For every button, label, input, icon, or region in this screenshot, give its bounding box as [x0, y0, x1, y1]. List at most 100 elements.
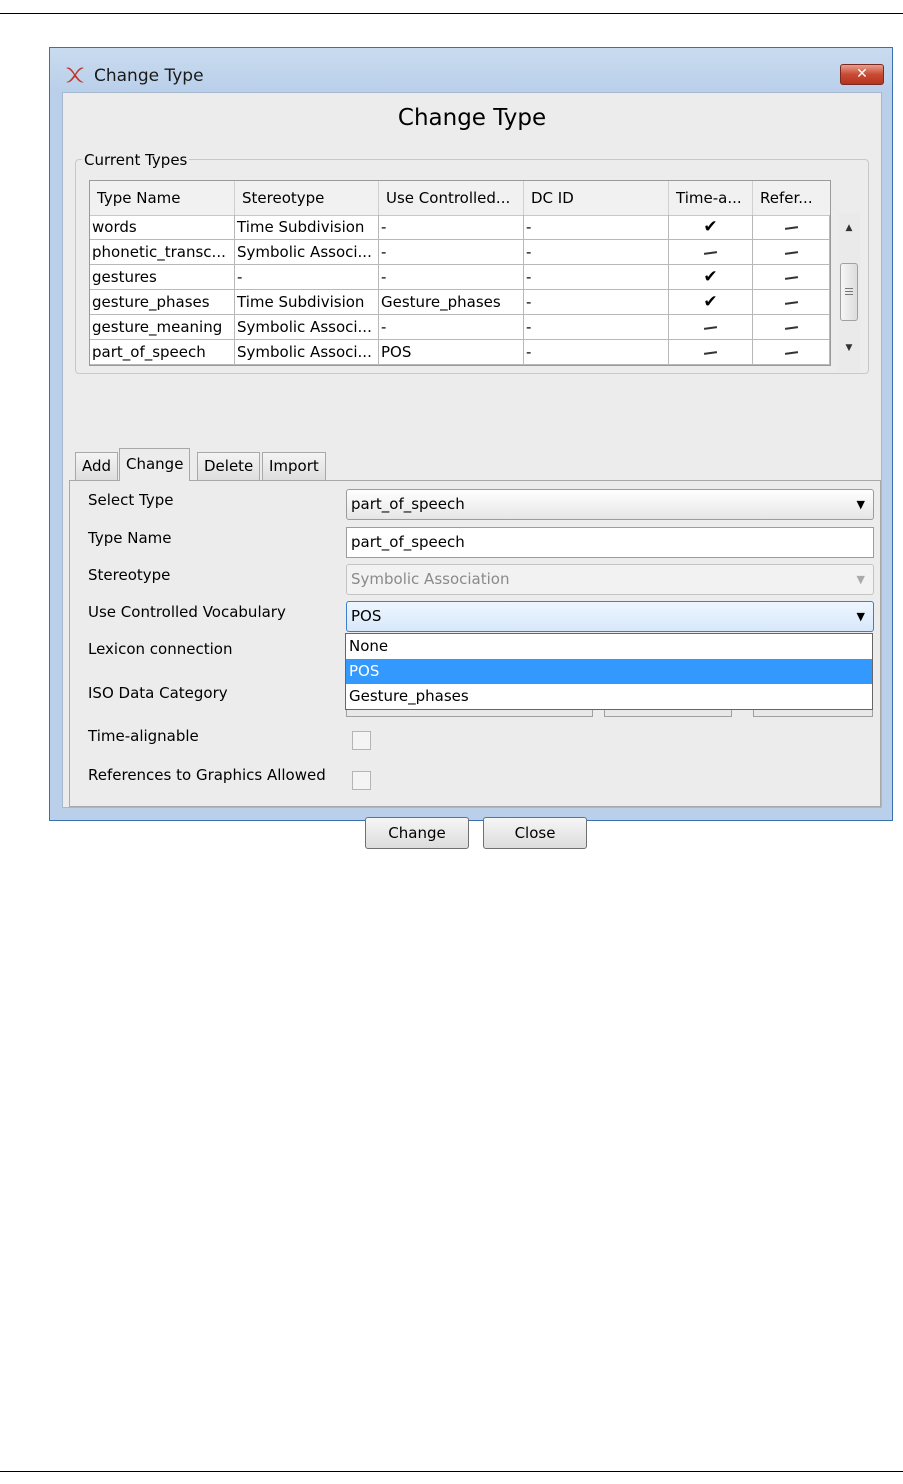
cell-dc-id: -	[524, 240, 669, 265]
table-row[interactable]: part_of_speech Symbolic Associ... POS -	[90, 340, 830, 365]
type-name-field[interactable]: part_of_speech	[346, 527, 874, 558]
time-alignable-label: Time-alignable	[88, 727, 199, 745]
cell-controlled-vocabulary: -	[379, 215, 524, 240]
chevron-down-icon: ▼	[856, 498, 865, 511]
cell-dc-id: -	[524, 265, 669, 290]
tab-change[interactable]: Change	[119, 448, 191, 481]
table-row[interactable]: gesture_meaning Symbolic Associ... - -	[90, 315, 830, 340]
cell-stereotype: Symbolic Associ...	[235, 340, 379, 365]
cell-dc-id: -	[524, 215, 669, 240]
controlled-vocabulary-value: POS	[351, 607, 382, 625]
cell-references	[753, 215, 830, 240]
dropdown-option[interactable]: None	[346, 634, 872, 659]
cell-type-name: gesture_phases	[90, 290, 235, 315]
chevron-down-icon: ▼	[856, 610, 865, 623]
unchecked-dash-icon	[784, 225, 798, 230]
table-vertical-scrollbar[interactable]: ▲ ▼	[838, 213, 860, 371]
unchecked-dash-icon	[703, 250, 718, 255]
cell-references	[753, 315, 830, 340]
cell-type-name: part_of_speech	[90, 340, 235, 365]
stereotype-label: Stereotype	[88, 566, 171, 584]
cell-time-alignable: ✔	[669, 215, 753, 240]
page-top-rule	[0, 13, 903, 14]
close-icon: ✕	[856, 66, 868, 82]
cell-references	[753, 340, 830, 365]
cell-type-name: gestures	[90, 265, 235, 290]
time-alignable-checkbox[interactable]	[352, 731, 371, 750]
stereotype-value: Symbolic Association	[351, 570, 510, 588]
dropdown-option[interactable]: Gesture_phases	[346, 684, 872, 709]
table-row[interactable]: gestures - - - ✔	[90, 265, 830, 290]
unchecked-dash-icon	[703, 325, 718, 330]
cell-controlled-vocabulary: POS	[379, 340, 524, 365]
cell-controlled-vocabulary: -	[379, 265, 524, 290]
column-header-dc-id[interactable]: DC ID	[524, 181, 669, 215]
table-row[interactable]: words Time Subdivision - - ✔	[90, 215, 830, 240]
unchecked-dash-icon	[784, 300, 798, 305]
cell-dc-id: -	[524, 315, 669, 340]
cell-time-alignable	[669, 240, 753, 265]
scroll-down-arrow-icon[interactable]: ▼	[838, 339, 860, 357]
current-types-table: Type Name Stereotype Use Controlled... D…	[89, 180, 831, 366]
unchecked-dash-icon	[703, 350, 718, 355]
close-button[interactable]: Close	[483, 817, 587, 849]
tab-add[interactable]: Add	[75, 452, 119, 480]
references-graphics-label: References to Graphics Allowed	[88, 766, 326, 784]
controlled-vocabulary-dropdown-list: None POS Gesture_phases	[345, 633, 873, 710]
tab-import[interactable]: Import	[262, 452, 326, 480]
checkmark-icon: ✔	[703, 217, 718, 237]
unchecked-dash-icon	[784, 350, 798, 355]
column-header-time-alignable[interactable]: Time-a...	[669, 181, 753, 215]
cell-stereotype: Time Subdivision	[235, 215, 379, 240]
controlled-vocabulary-combo[interactable]: POS ▼	[346, 601, 874, 632]
change-button[interactable]: Change	[365, 817, 469, 849]
table-header: Type Name Stereotype Use Controlled... D…	[90, 181, 830, 216]
cell-dc-id: -	[524, 340, 669, 365]
cell-dc-id: -	[524, 290, 669, 315]
column-header-type-name[interactable]: Type Name	[90, 181, 235, 215]
current-types-legend: Current Types	[82, 151, 190, 169]
controlled-vocabulary-label: Use Controlled Vocabulary	[88, 603, 286, 621]
cell-time-alignable: ✔	[669, 265, 753, 290]
references-graphics-checkbox[interactable]	[352, 771, 371, 790]
change-type-window: Change Type ✕ Change Type Current Types …	[49, 47, 893, 849]
select-type-combo[interactable]: part_of_speech ▼	[346, 489, 874, 520]
cell-time-alignable	[669, 340, 753, 365]
dialog-heading: Change Type	[397, 105, 547, 131]
iso-data-category-label: ISO Data Category	[88, 684, 228, 702]
column-header-controlled-vocabulary[interactable]: Use Controlled...	[379, 181, 524, 215]
tab-delete[interactable]: Delete	[197, 452, 261, 480]
column-header-references[interactable]: Refer...	[753, 181, 830, 215]
unchecked-dash-icon	[784, 275, 798, 280]
scroll-thumb[interactable]	[840, 263, 858, 321]
window-title: Change Type	[94, 66, 204, 86]
cell-controlled-vocabulary: -	[379, 240, 524, 265]
elan-app-icon	[66, 67, 84, 83]
cell-stereotype: Symbolic Associ...	[235, 315, 379, 340]
dropdown-option[interactable]: POS	[346, 659, 872, 684]
scroll-up-arrow-icon[interactable]: ▲	[838, 219, 860, 237]
select-type-value: part_of_speech	[351, 495, 465, 513]
cell-controlled-vocabulary: Gesture_phases	[379, 290, 524, 315]
chevron-down-icon: ▼	[856, 573, 865, 586]
cell-time-alignable: ✔	[669, 290, 753, 315]
column-header-stereotype[interactable]: Stereotype	[235, 181, 379, 215]
checkmark-icon: ✔	[703, 292, 718, 312]
table-row[interactable]: gesture_phases Time Subdivision Gesture_ph…	[90, 290, 830, 315]
table-row[interactable]: phonetic_transc... Symbolic Associ... - -	[90, 240, 830, 265]
stereotype-combo: Symbolic Association ▼	[346, 564, 874, 595]
cell-controlled-vocabulary: -	[379, 315, 524, 340]
lexicon-connection-label: Lexicon connection	[88, 640, 233, 658]
cell-type-name: phonetic_transc...	[90, 240, 235, 265]
cell-references	[753, 240, 830, 265]
cell-references	[753, 265, 830, 290]
page-bottom-rule	[0, 1471, 903, 1472]
window-close-button[interactable]: ✕	[840, 64, 884, 85]
cell-references	[753, 290, 830, 315]
type-name-label: Type Name	[88, 529, 172, 547]
cell-time-alignable	[669, 315, 753, 340]
cell-type-name: gesture_meaning	[90, 315, 235, 340]
unchecked-dash-icon	[784, 250, 798, 255]
cell-type-name: words	[90, 215, 235, 240]
cell-stereotype: Time Subdivision	[235, 290, 379, 315]
